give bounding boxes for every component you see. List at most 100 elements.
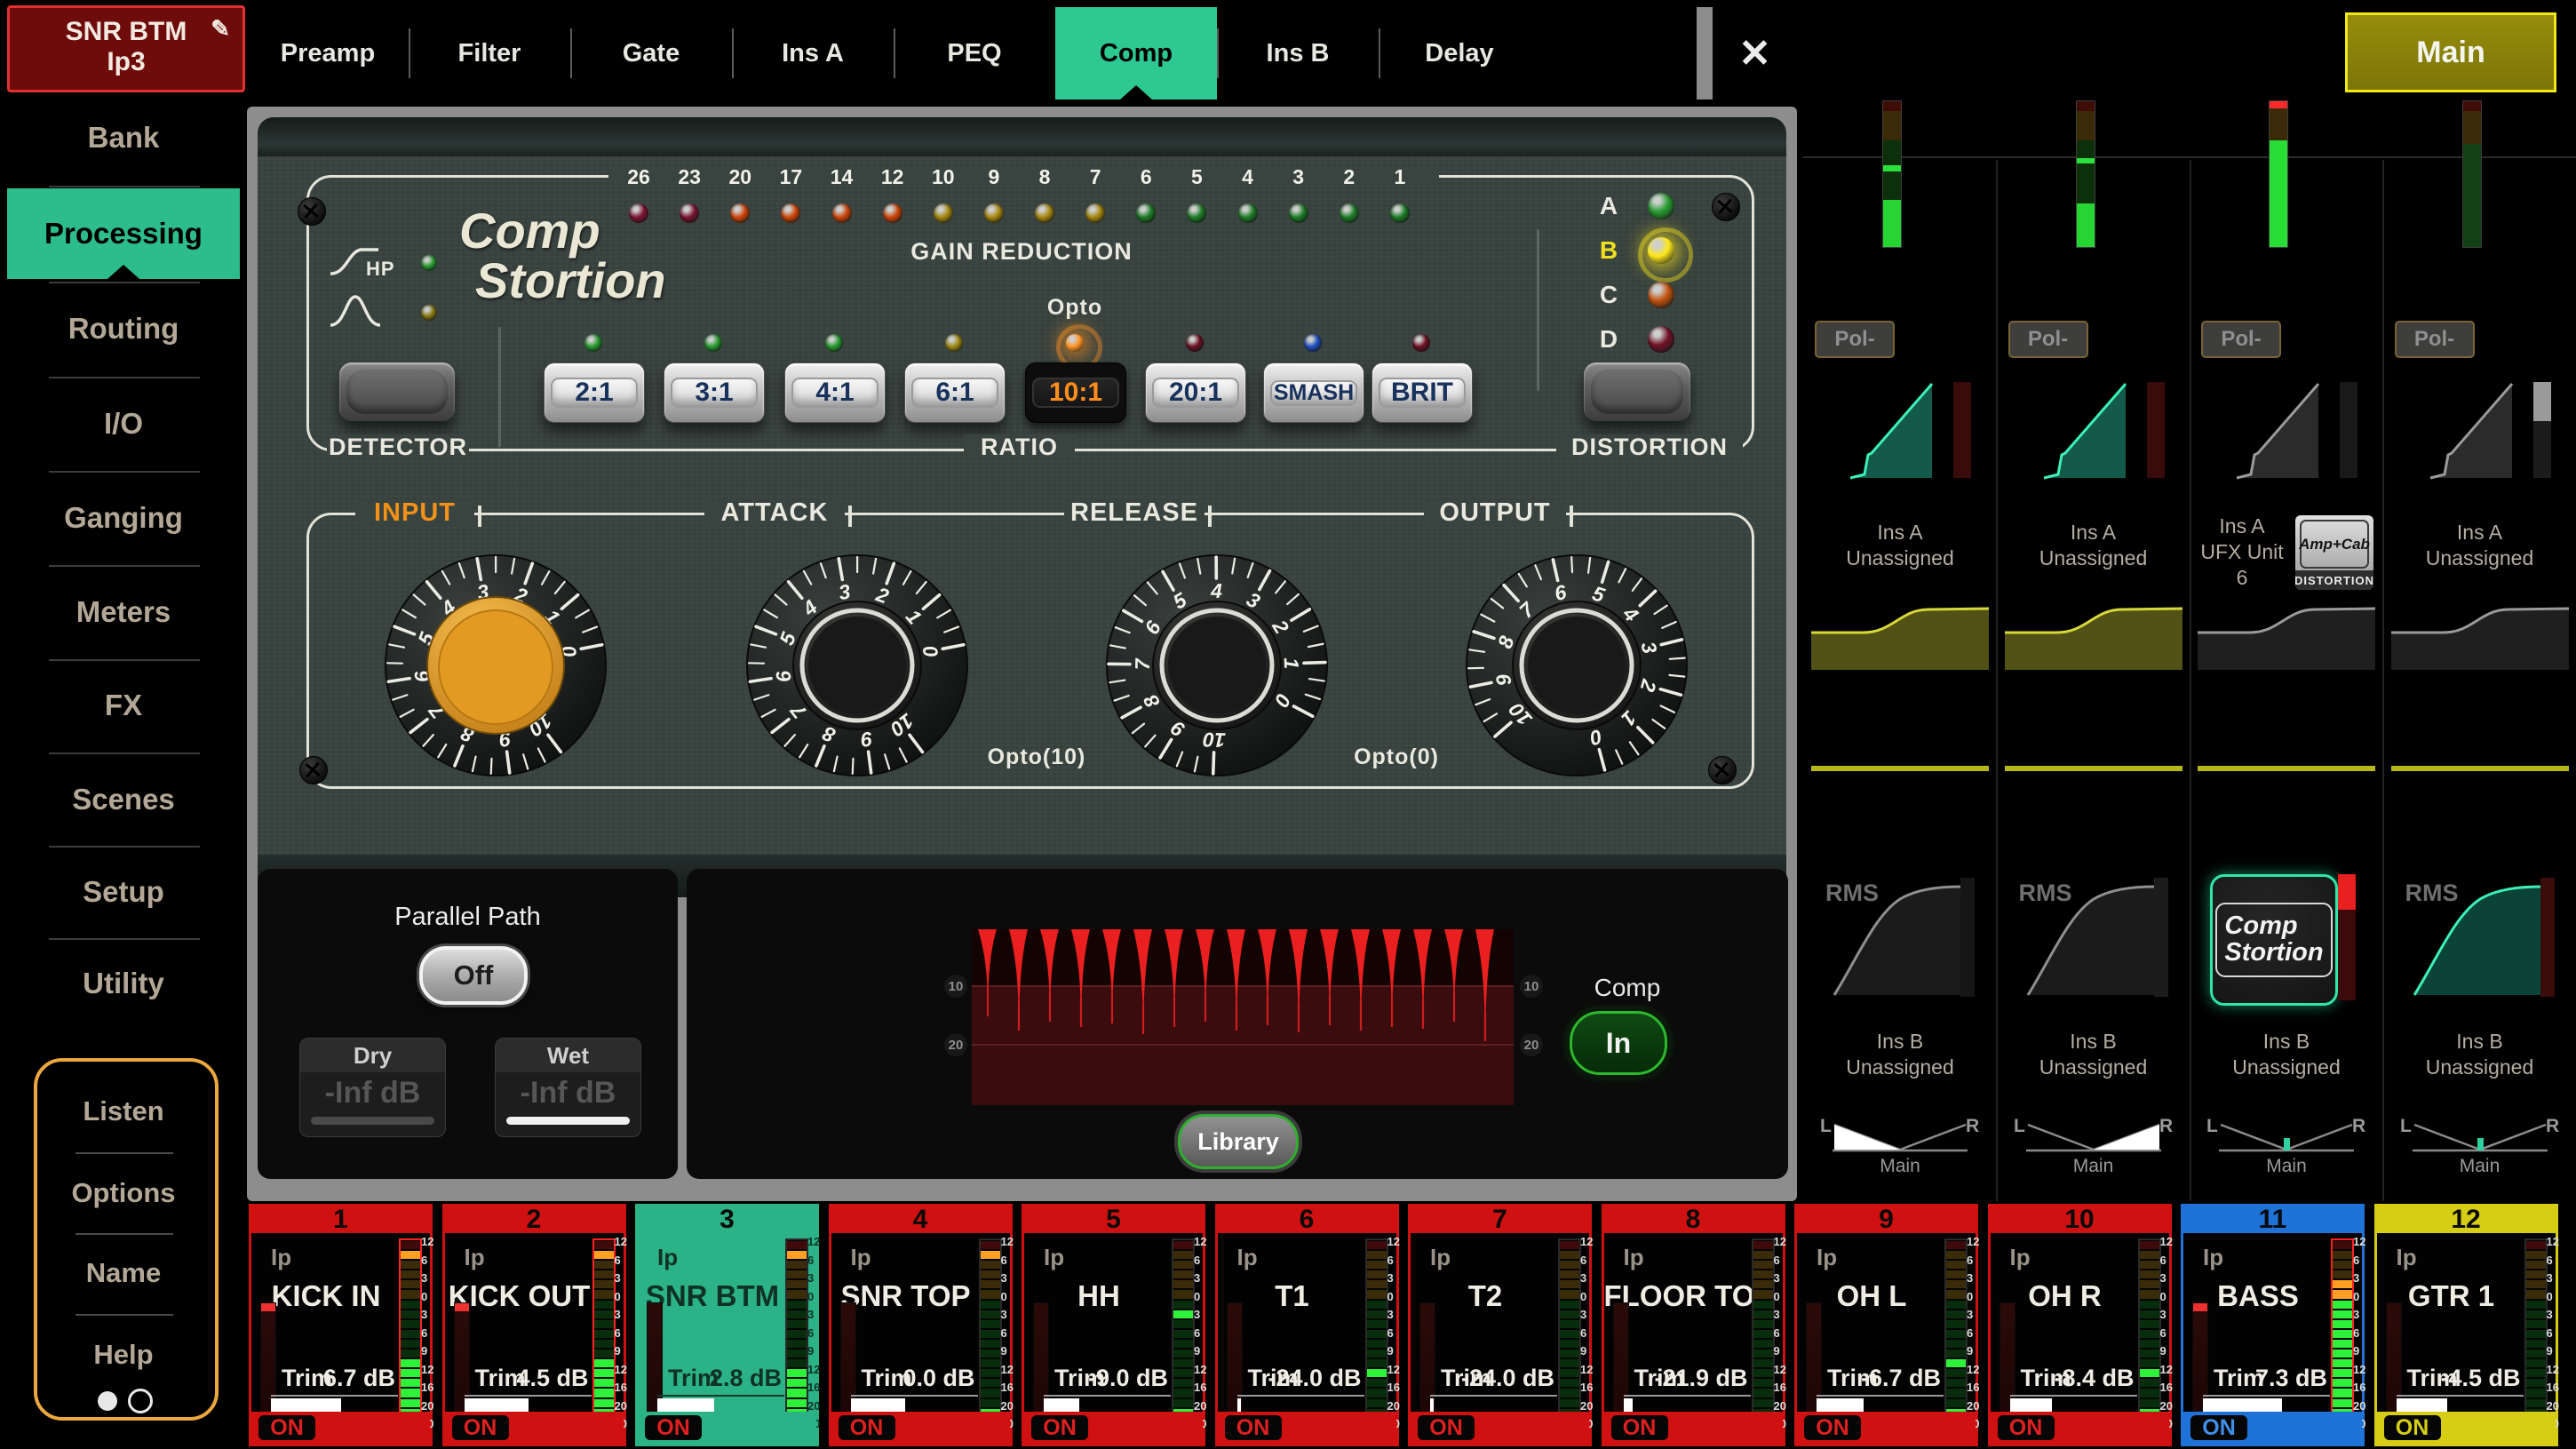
ratio-button-201[interactable]: 20:1 [1145, 362, 1246, 423]
polarity-button[interactable]: Pol- [2395, 321, 2475, 358]
ins-b-assignment[interactable]: Ins BUnassigned [1998, 1029, 2190, 1080]
channel-on-button[interactable]: ON [258, 1415, 315, 1440]
ins-a-assignment[interactable]: Ins AUFX Unit6 [2192, 514, 2292, 590]
pan-control[interactable]: LR [1817, 1112, 1984, 1157]
polarity-button[interactable]: Pol- [2201, 321, 2281, 358]
channel-on-button[interactable]: ON [2384, 1415, 2441, 1440]
channel-strip-9[interactable]: 9IpOH LTrim-6.7 dB1263036912162040ON [1794, 1204, 1978, 1446]
channel-body[interactable]: IpGTR 1Trim-4.5 dB1263036912162040 [2377, 1233, 2556, 1412]
ins-a-assignment[interactable]: Ins AUnassigned [1804, 520, 1996, 571]
sidebar-item-bank[interactable]: Bank [0, 107, 247, 168]
channel-strip-10[interactable]: 10IpOH RTrim-8.4 dB1263036912162040ON [1988, 1204, 2172, 1446]
polarity-button[interactable]: Pol- [2008, 321, 2088, 358]
gate-graph[interactable] [2233, 377, 2366, 482]
peq-graph[interactable] [2198, 602, 2375, 670]
close-button[interactable]: ✕ [1713, 7, 1797, 100]
ins-b-assignment[interactable]: Ins BUnassigned [1804, 1029, 1996, 1080]
ins-a-assignment[interactable]: Ins AUnassigned [1998, 520, 2190, 571]
library-button[interactable]: Library [1178, 1114, 1299, 1169]
compressor-curve-graph[interactable] [2024, 881, 2158, 999]
channel-on-button[interactable]: ON [1418, 1415, 1475, 1440]
sidebar-item-fx[interactable]: FX [0, 675, 247, 736]
edit-pencil-icon[interactable]: ✎ [211, 15, 230, 43]
parallel-path-toggle[interactable]: Off [419, 946, 528, 1005]
channel-strip-1[interactable]: 1IpKICK INTrim6.7 dB1263036912162040ON [249, 1204, 433, 1446]
amp-cab-distortion-badge[interactable]: Amp+CabDISTORTION [2295, 515, 2373, 590]
tab-preamp[interactable]: Preamp [247, 7, 409, 100]
tab-insb[interactable]: Ins B [1217, 7, 1379, 100]
tab-comp[interactable]: Comp [1055, 7, 1217, 100]
channel-on-button[interactable]: ON [1611, 1415, 1668, 1440]
pan-control[interactable]: LR [2010, 1112, 2177, 1157]
channel-strip-12[interactable]: 12IpGTR 1Trim-4.5 dB1263036912162040ON [2374, 1204, 2558, 1446]
ratio-button-31[interactable]: 3:1 [664, 362, 765, 423]
channel-body[interactable]: IpOH RTrim-8.4 dB1263036912162040 [1991, 1233, 2169, 1412]
channel-on-button[interactable]: ON [645, 1415, 702, 1440]
input-knob[interactable]: 012345678910 [376, 545, 616, 785]
channel-strip-8[interactable]: 8IpFLOOR TOTrim-21.9 dB1263036912162040O… [1602, 1204, 1785, 1446]
page-dot[interactable] [128, 1389, 153, 1413]
gate-graph[interactable] [1847, 377, 1980, 482]
peq-graph[interactable] [2005, 602, 2182, 670]
channel-strip-4[interactable]: 4IpSNR TOPTrim0.0 dB1263036912162040ON [829, 1204, 1013, 1446]
channel-on-button[interactable]: ON [1031, 1415, 1088, 1440]
page-dot[interactable] [98, 1391, 117, 1411]
peq-graph[interactable] [1811, 602, 1989, 670]
comp-in-button[interactable]: In [1570, 1011, 1667, 1075]
sidebar-page-dots[interactable] [85, 1389, 165, 1413]
channel-on-button[interactable]: ON [2190, 1415, 2247, 1440]
ratio-button-41[interactable]: 4:1 [784, 362, 886, 423]
polarity-button[interactable]: Pol- [1815, 321, 1895, 358]
sidebar-item-routing[interactable]: Routing [0, 299, 247, 359]
peq-graph[interactable] [2391, 602, 2569, 670]
output-knob[interactable]: 012345678910 [1457, 545, 1697, 785]
gate-graph[interactable] [2040, 377, 2174, 482]
channel-strip-3[interactable]: 3IpSNR BTMTrim2.8 dB1263036912162040ON [635, 1204, 819, 1446]
channel-on-button[interactable]: ON [1998, 1415, 2055, 1440]
channel-body[interactable]: IpHHTrim-9.0 dB1263036912162040 [1024, 1233, 1203, 1412]
gate-graph[interactable] [2427, 377, 2560, 482]
fader-level-line[interactable] [2391, 766, 2569, 771]
sidebar-item-listen[interactable]: Listen [0, 1085, 247, 1138]
channel-strip-6[interactable]: 6IpT1Trim-24.0 dB1263036912162040ON [1215, 1204, 1399, 1446]
tab-filter[interactable]: Filter [409, 7, 570, 100]
selected-channel-button[interactable]: SNR BTM ✎ Ip3 [7, 5, 245, 92]
channel-body[interactable]: IpSNR TOPTrim0.0 dB1263036912162040 [831, 1233, 1010, 1412]
sidebar-item-options[interactable]: Options [0, 1166, 247, 1220]
wet-level-field[interactable]: Wet -Inf dB [495, 1038, 641, 1137]
ratio-button-21[interactable]: 2:1 [544, 362, 645, 423]
channel-on-button[interactable]: ON [452, 1415, 509, 1440]
channel-body[interactable]: IpKICK INTrim6.7 dB1263036912162040 [251, 1233, 430, 1412]
distortion-option-c[interactable]: C [1593, 281, 1625, 309]
compressor-curve-graph[interactable] [1831, 881, 1964, 999]
ins-a-assignment[interactable]: Ins AUnassigned [2384, 520, 2576, 571]
dry-slider[interactable] [311, 1117, 434, 1125]
sidebar-item-setup[interactable]: Setup [0, 862, 247, 922]
sidebar-item-ganging[interactable]: Ganging [0, 488, 247, 548]
channel-strip-5[interactable]: 5IpHHTrim-9.0 dB1263036912162040ON [1022, 1204, 1205, 1446]
ratio-button-101[interactable]: 10:1 [1025, 362, 1126, 423]
channel-body[interactable]: IpT2Trim-24.0 dB1263036912162040 [1411, 1233, 1589, 1412]
tab-peq[interactable]: PEQ [894, 7, 1055, 100]
channel-body[interactable]: IpKICK OUTTrim4.5 dB1263036912162040 [445, 1233, 624, 1412]
ins-b-assignment[interactable]: Ins BUnassigned [2190, 1029, 2382, 1080]
distortion-option-a[interactable]: A [1593, 192, 1625, 220]
distortion-option-d[interactable]: D [1593, 325, 1625, 354]
sidebar-item-meters[interactable]: Meters [0, 582, 247, 642]
fader-level-line[interactable] [2198, 766, 2375, 771]
pan-control[interactable]: LR [2397, 1112, 2564, 1157]
sidebar-item-help[interactable]: Help [0, 1328, 247, 1381]
channel-on-button[interactable]: ON [1804, 1415, 1861, 1440]
fader-level-line[interactable] [2005, 766, 2182, 771]
sidebar-item-name[interactable]: Name [0, 1246, 247, 1300]
distortion-option-b[interactable]: B [1593, 236, 1625, 265]
fader-level-line[interactable] [1811, 766, 1989, 771]
distortion-button[interactable] [1584, 362, 1690, 421]
tab-insa[interactable]: Ins A [732, 7, 894, 100]
channel-strip-2[interactable]: 2IpKICK OUTTrim4.5 dB1263036912162040ON [442, 1204, 626, 1446]
channel-on-button[interactable]: ON [839, 1415, 895, 1440]
pan-control[interactable]: LR [2203, 1112, 2370, 1157]
detector-button[interactable] [339, 362, 455, 421]
channel-body[interactable]: IpOH LTrim-6.7 dB1263036912162040 [1797, 1233, 1976, 1412]
ratio-button-brit[interactable]: BRIT [1371, 362, 1473, 423]
